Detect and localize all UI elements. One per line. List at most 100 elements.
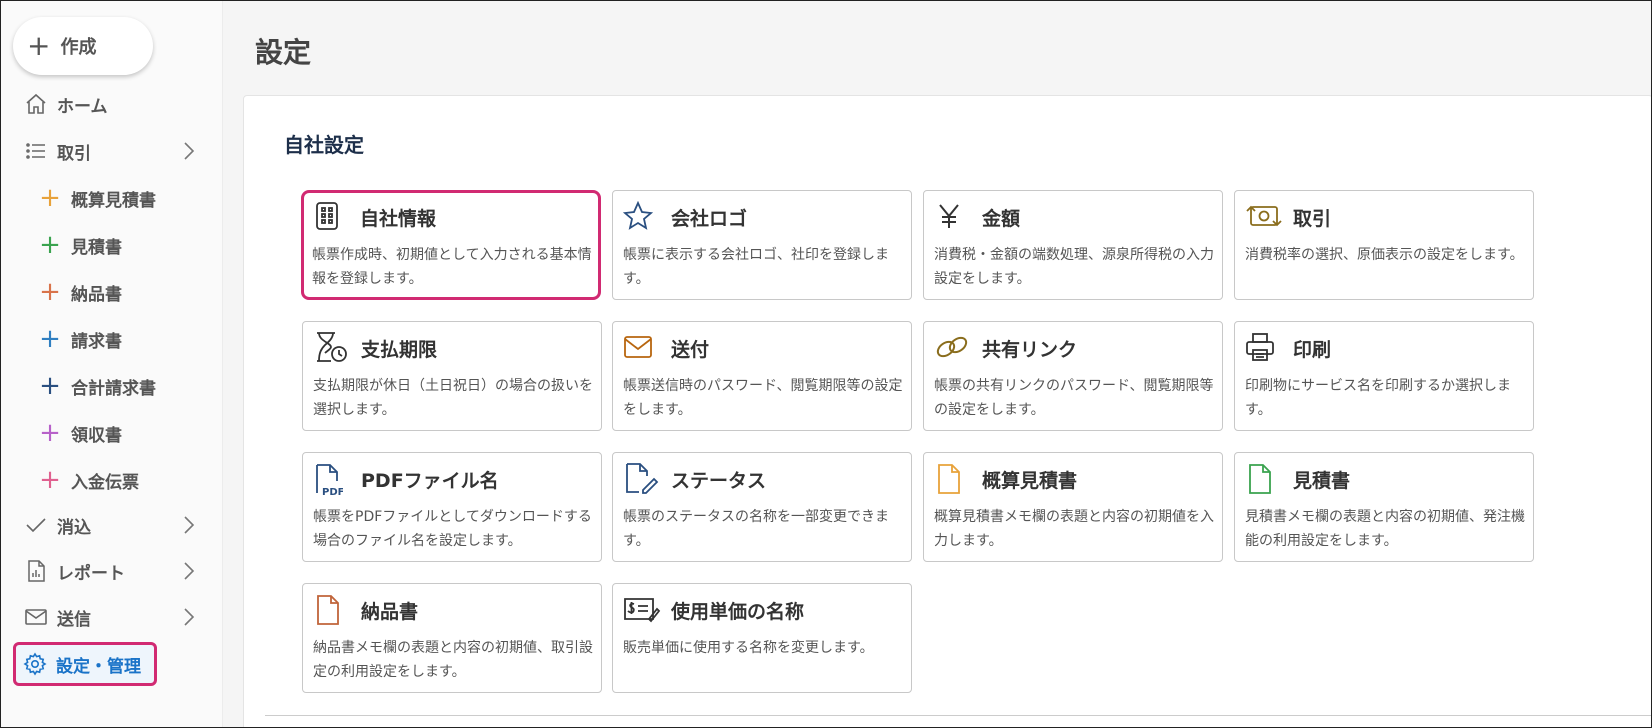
settings-card-company-info[interactable]: 自社情報 帳票作成時、初期値として入力される基本情報を登録します。: [301, 190, 601, 300]
sidebar-subitem-label: 領収書: [71, 425, 122, 446]
sidebar-subitem-label: 合計請求書: [71, 378, 156, 399]
sidebar-item-label: 設定・管理: [56, 656, 141, 677]
star-icon: [623, 201, 653, 231]
chevron-right-icon: [179, 513, 199, 537]
price-tag-icon: [623, 594, 661, 624]
settings-card-mitsumori[interactable]: 見積書 見積書メモ欄の表題と内容の初期値、発注機能の利用設定をします。: [1234, 452, 1534, 562]
card-title: 納品書: [361, 601, 419, 623]
card-title: 自社情報: [360, 208, 437, 230]
card-description: 帳票に表示する会社ロゴ、社印を登録します。: [623, 247, 889, 287]
create-button[interactable]: + 作成: [13, 17, 153, 75]
plus-icon: +: [39, 324, 61, 354]
card-description: 販売単価に使用する名称を変更します。: [623, 640, 874, 656]
sidebar-subitem-label: 入金伝票: [71, 472, 139, 493]
plus-icon: +: [39, 371, 61, 401]
card-description: 帳票の共有リンクのパスワード、閲覧期限等の設定をします。: [934, 378, 1214, 418]
card-description: 納品書メモ欄の表題と内容の初期値、取引設定の利用設定をします。: [313, 640, 593, 680]
report-icon: [23, 558, 49, 584]
card-description: 概算見積書メモ欄の表題と内容の初期値を入力します。: [934, 509, 1214, 549]
card-description: 印刷物にサービス名を印刷するか選択します。: [1245, 378, 1511, 418]
card-description: 帳票のステータスの名称を一部変更できます。: [623, 509, 889, 549]
sidebar-item-label: ホーム: [57, 96, 108, 117]
chevron-right-icon: [179, 139, 199, 163]
card-title: 使用単価の名称: [671, 601, 805, 623]
sidebar-item-keshikomi[interactable]: 消込: [13, 505, 209, 545]
link-icon: [934, 332, 970, 362]
settings-card-company-logo[interactable]: 会社ロゴ 帳票に表示する会社ロゴ、社印を登録します。: [612, 190, 912, 300]
plus-icon: +: [39, 277, 61, 307]
file-edit-icon: [623, 463, 659, 494]
sidebar-item-soushin[interactable]: 送信: [13, 597, 209, 637]
divider: [265, 715, 1651, 716]
pdf-file-icon-label: PDF: [322, 487, 343, 497]
sidebar-subitem-mitsumori[interactable]: + 見積書: [37, 225, 207, 265]
plus-icon: +: [39, 418, 61, 448]
check-icon: [23, 512, 49, 538]
card-title: 会社ロゴ: [671, 208, 748, 230]
settings-card-gaisan-mitsumori[interactable]: 概算見積書 概算見積書メモ欄の表題と内容の初期値を入力します。: [923, 452, 1223, 562]
file-green-icon: [1245, 463, 1275, 495]
card-title: 金額: [982, 208, 1021, 230]
sidebar-item-label: レポート: [57, 563, 125, 584]
card-description: 消費税率の選択、原価表示の設定をします。: [1245, 247, 1524, 263]
card-description: 帳票送信時のパスワード、閲覧期限等の設定をします。: [623, 378, 903, 418]
settings-card-amount[interactable]: 金額 消費税・金額の端数処理、源泉所得税の入力設定をします。: [923, 190, 1223, 300]
settings-card-torihiki[interactable]: 取引 消費税率の選択、原価表示の設定をします。: [1234, 190, 1534, 300]
card-title: 見積書: [1293, 470, 1351, 492]
settings-card-share-link[interactable]: 共有リンク 帳票の共有リンクのパスワード、閲覧期限等の設定をします。: [923, 321, 1223, 431]
file-orange-icon: [934, 463, 964, 495]
card-title: 支払期限: [361, 339, 438, 361]
card-description: 帳票をPDFファイルとしてダウンロードする場合のファイル名を設定します。: [313, 509, 592, 549]
card-title: ステータス: [671, 470, 767, 492]
card-title: 送付: [671, 339, 710, 361]
settings-card-status[interactable]: ステータス 帳票のステータスの名称を一部変更できます。: [612, 452, 912, 562]
sidebar-item-home[interactable]: ホーム: [13, 84, 209, 124]
sidebar-item-report[interactable]: レポート: [13, 551, 209, 591]
sidebar-subitem-label: 見積書: [71, 237, 122, 258]
settings-card-payment-due[interactable]: 支払期限 支払期限が休日（土日祝日）の場合の扱いを選択します。: [302, 321, 602, 431]
pdf-file-icon: PDF: [313, 463, 343, 497]
sidebar-item-torihiki[interactable]: 取引: [13, 131, 209, 171]
card-description: 消費税・金額の端数処理、源泉所得税の入力設定をします。: [934, 247, 1214, 287]
card-title: 取引: [1293, 208, 1332, 230]
card-title: PDFファイル名: [361, 470, 499, 492]
settings-card-send[interactable]: 送付 帳票送信時のパスワード、閲覧期限等の設定をします。: [612, 321, 912, 431]
sidebar-subitem-label: 納品書: [71, 284, 122, 305]
hourglass-clock-icon: [313, 332, 349, 362]
card-title: 共有リンク: [982, 339, 1078, 361]
card-description: 帳票作成時、初期値として入力される基本情報を登録します。: [312, 247, 592, 287]
sidebar-subitem-ryoushu[interactable]: + 領収書: [37, 413, 207, 453]
settings-card-nouhin[interactable]: 納品書 納品書メモ欄の表題と内容の初期値、取引設定の利用設定をします。: [302, 583, 602, 693]
file-brown-icon: [313, 594, 343, 626]
sidebar-subitem-label: 請求書: [71, 331, 122, 352]
sidebar-subitem-goukei-seikyu[interactable]: + 合計請求書: [37, 366, 207, 406]
app-window: + 作成 ホーム 取引 + 概算見積書 + 見積書 + 納品書 + 請求書 + …: [0, 0, 1652, 728]
sidebar-subitem-seikyu[interactable]: + 請求書: [37, 319, 207, 359]
card-description: 見積書メモ欄の表題と内容の初期値、発注機能の利用設定をします。: [1245, 509, 1525, 549]
chevron-right-icon: [179, 605, 199, 629]
card-title: 印刷: [1293, 339, 1332, 361]
plus-icon: +: [39, 183, 61, 213]
plus-icon: +: [39, 465, 61, 495]
sidebar: + 作成 ホーム 取引 + 概算見積書 + 見積書 + 納品書 + 請求書 + …: [1, 1, 223, 727]
settings-card-pdf-filename[interactable]: PDF PDFファイル名 帳票をPDFファイルとしてダウンロードする場合のファイ…: [302, 452, 602, 562]
plus-icon: +: [39, 230, 61, 260]
sidebar-subitem-nouhin[interactable]: + 納品書: [37, 272, 207, 312]
settings-card-unit-price-name[interactable]: 使用単価の名称 販売単価に使用する名称を変更します。: [612, 583, 912, 693]
home-icon: [23, 91, 49, 117]
building-icon: [312, 201, 342, 231]
card-title: 概算見積書: [982, 470, 1078, 492]
yen-icon: [934, 201, 964, 231]
mail-icon: [23, 604, 49, 630]
sidebar-subitem-nyukin-denpyo[interactable]: + 入金伝票: [37, 460, 207, 500]
sidebar-item-settings[interactable]: 設定・管理: [13, 642, 157, 686]
sidebar-item-label: 送信: [57, 609, 91, 630]
printer-icon: [1245, 332, 1275, 362]
settings-card-print[interactable]: 印刷 印刷物にサービス名を印刷するか選択します。: [1234, 321, 1534, 431]
gear-icon: [22, 651, 48, 677]
sidebar-subitem-gaisan-mitsumori[interactable]: + 概算見積書: [37, 178, 207, 218]
plus-icon: +: [27, 29, 51, 62]
list-icon: [23, 138, 49, 164]
section-title: 自社設定: [284, 133, 364, 157]
page-title: 設定: [255, 36, 312, 69]
